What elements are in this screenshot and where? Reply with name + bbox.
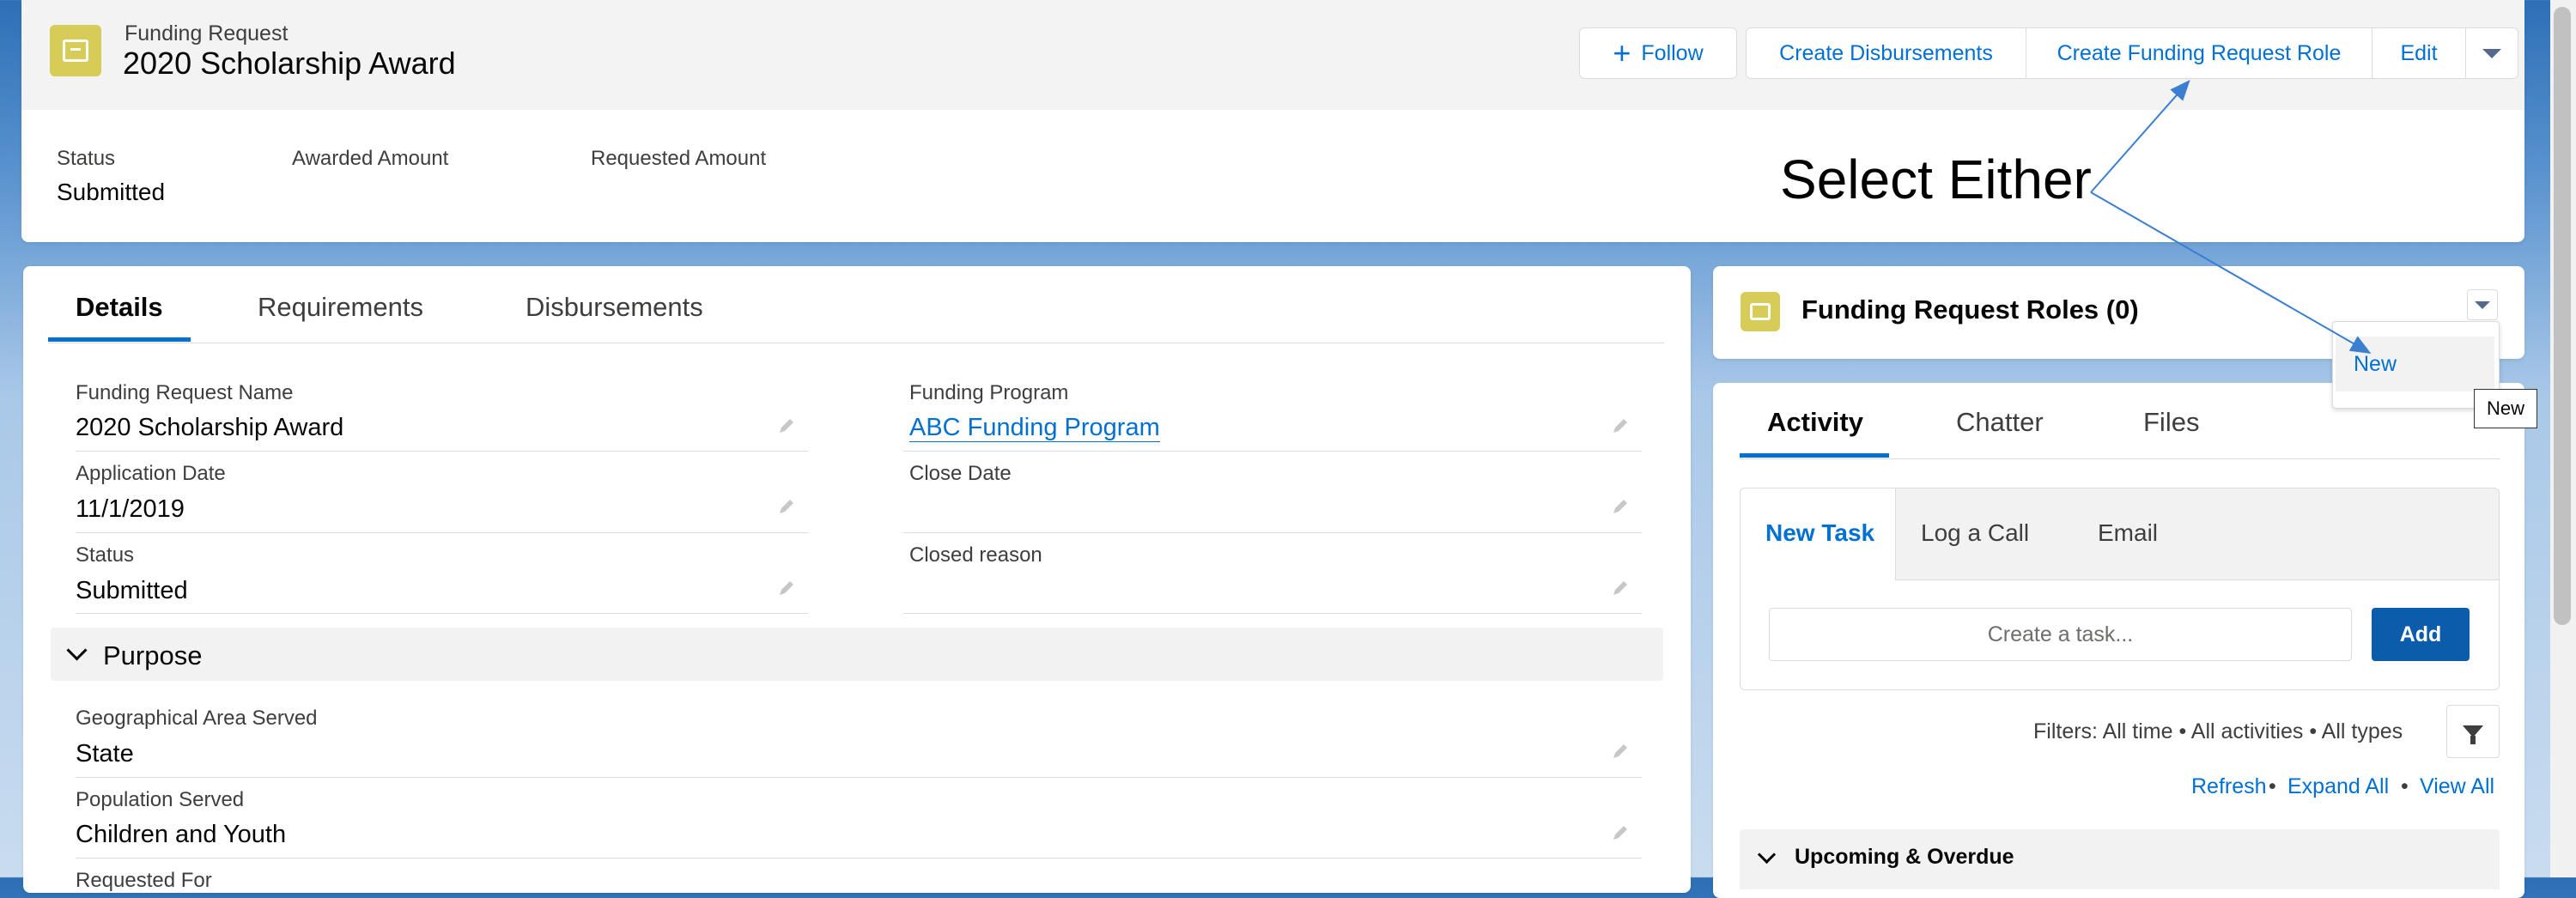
- field-value-name: 2020 Scholarship Award: [76, 414, 344, 441]
- highlight-requested-label: Requested Amount: [591, 147, 767, 170]
- field-divider: [76, 451, 808, 452]
- field-label-closed-reason: Closed reason: [909, 543, 1042, 567]
- field-label-status: Status: [76, 543, 135, 567]
- active-tab-indicator: [48, 337, 191, 342]
- edit-pencil-icon[interactable]: [1610, 416, 1631, 436]
- field-divider: [903, 613, 1642, 614]
- field-label-requested-for: Requested For: [76, 869, 212, 892]
- edit-pencil-icon[interactable]: [1610, 741, 1631, 761]
- tab-log-a-call[interactable]: Log a Call: [1921, 519, 2029, 547]
- highlight-status-label: Status: [57, 147, 116, 170]
- create-role-label: Create Funding Request Role: [2057, 40, 2342, 65]
- details-card: [23, 266, 1691, 893]
- edit-pencil-icon[interactable]: [776, 416, 797, 436]
- field-value-geo: State: [76, 740, 134, 768]
- highlight-awarded-label: Awarded Amount: [292, 147, 449, 170]
- related-list-menu-button[interactable]: [2467, 289, 2498, 320]
- edit-button[interactable]: Edit: [2372, 27, 2466, 79]
- field-divider: [76, 532, 808, 533]
- purpose-section-title: Purpose: [103, 640, 203, 670]
- chevron-down-icon: [1757, 845, 1777, 865]
- field-divider: [903, 532, 1642, 533]
- edit-pencil-icon[interactable]: [776, 578, 797, 598]
- field-divider: [76, 858, 1642, 859]
- field-value-population: Children and Youth: [76, 821, 287, 848]
- tooltip: New: [2474, 389, 2537, 428]
- link-separator: •: [2401, 774, 2409, 798]
- field-label-app-date: Application Date: [76, 462, 226, 485]
- tab-chatter[interactable]: Chatter: [1956, 407, 2044, 438]
- purpose-section-header[interactable]: [51, 628, 1663, 681]
- field-divider: [76, 613, 808, 614]
- create-disbursements-label: Create Disbursements: [1779, 40, 1993, 65]
- funding-program-link-text: ABC Funding Program: [909, 414, 1160, 442]
- tab-files[interactable]: Files: [2143, 407, 2199, 438]
- active-tab-indicator: [1740, 453, 1889, 458]
- filter-icon: [2463, 725, 2483, 744]
- refresh-link[interactable]: Refresh: [2191, 774, 2267, 799]
- activity-filters-summary: Filters: All time • All activities • All…: [2033, 719, 2403, 743]
- edit-pencil-icon[interactable]: [1610, 578, 1631, 598]
- view-all-link[interactable]: View All: [2420, 774, 2494, 799]
- field-label-program: Funding Program: [909, 381, 1069, 404]
- funding-request-icon: [50, 25, 101, 76]
- object-type-label: Funding Request: [125, 21, 289, 46]
- menu-item-new-label: New: [2354, 352, 2397, 376]
- field-label-close-date: Close Date: [909, 462, 1012, 485]
- create-funding-request-role-button[interactable]: Create Funding Request Role: [2026, 27, 2372, 79]
- follow-label: Follow: [1641, 40, 1704, 65]
- add-task-button[interactable]: Add: [2372, 608, 2470, 661]
- funding-program-link[interactable]: ABC Funding Program: [909, 414, 1160, 442]
- scrollbar-thumb[interactable]: [2554, 7, 2571, 625]
- more-actions-button[interactable]: [2465, 27, 2518, 79]
- field-value-app-date: 11/1/2019: [76, 495, 185, 523]
- field-label-name: Funding Request Name: [76, 381, 294, 404]
- record-header: Funding Request 2020 Scholarship Award +…: [21, 0, 2524, 242]
- field-divider: [76, 777, 1642, 778]
- chevron-down-icon: [66, 640, 88, 661]
- chevron-down-icon: [2482, 48, 2501, 58]
- tab-activity[interactable]: Activity: [1767, 407, 1863, 438]
- tab-divider: [1740, 458, 2500, 459]
- upcoming-overdue-label: Upcoming & Overdue: [1795, 845, 2014, 869]
- field-label-population: Population Served: [76, 788, 245, 811]
- tab-disbursements[interactable]: Disbursements: [526, 292, 703, 323]
- edit-label: Edit: [2400, 40, 2438, 65]
- chevron-down-icon: [2475, 300, 2490, 309]
- field-divider: [903, 451, 1642, 452]
- create-task-input[interactable]: Create a task...: [1769, 608, 2352, 661]
- follow-button[interactable]: + Follow: [1579, 27, 1737, 79]
- tab-requirements[interactable]: Requirements: [258, 292, 423, 323]
- related-list-title[interactable]: Funding Request Roles (0): [1801, 294, 2139, 325]
- funding-request-role-icon: [1741, 292, 1780, 331]
- plus-icon: +: [1613, 35, 1631, 70]
- tab-email[interactable]: Email: [2098, 519, 2158, 547]
- expand-all-link[interactable]: Expand All: [2287, 774, 2389, 799]
- link-separator: •: [2269, 774, 2276, 798]
- filter-button[interactable]: [2446, 705, 2500, 758]
- create-disbursements-button[interactable]: Create Disbursements: [1746, 27, 2026, 79]
- edit-pencil-icon[interactable]: [776, 496, 797, 517]
- field-value-status: Submitted: [76, 577, 188, 604]
- record-title: 2020 Scholarship Award: [123, 46, 456, 81]
- field-label-geo: Geographical Area Served: [76, 707, 318, 730]
- tab-details[interactable]: Details: [76, 292, 163, 323]
- edit-pencil-icon[interactable]: [1610, 822, 1631, 843]
- tab-new-task[interactable]: New Task: [1765, 519, 1874, 547]
- highlight-status-value: Submitted: [57, 179, 166, 205]
- annotation-text: Select Either: [1780, 149, 2092, 210]
- edit-pencil-icon[interactable]: [1610, 496, 1631, 517]
